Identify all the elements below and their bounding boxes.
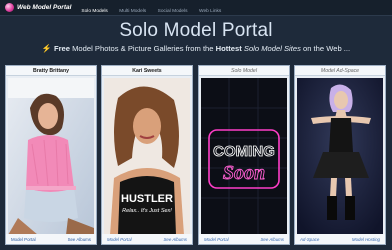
- see-albums-link[interactable]: See Albums: [68, 237, 91, 242]
- top-navbar: Web Model Portal Solo Models Multi Model…: [0, 0, 392, 16]
- nav-social-models[interactable]: Social Models: [158, 9, 188, 14]
- see-albums-link[interactable]: See Albums: [163, 237, 187, 242]
- brand-name[interactable]: Web Model Portal: [17, 4, 71, 11]
- card-footer: Model Portal See Albums: [199, 234, 289, 244]
- model-cards: Bratty Brittany Model Portal See Albums …: [5, 65, 387, 247]
- model-portal-link[interactable]: Model Portal: [107, 237, 132, 242]
- nav-web-links[interactable]: Web Links: [199, 9, 221, 14]
- card-title[interactable]: Bratty Brittany: [6, 66, 96, 76]
- card-footer: Ad-Space Model Hosting: [295, 234, 385, 244]
- model-portal-link[interactable]: Model Portal: [204, 237, 229, 242]
- coming-soon-image[interactable]: COMING Soon: [201, 78, 287, 235]
- model-card-kari-sweets: Kari Sweets HUSTLER Relax.. It's Just Se…: [101, 65, 193, 245]
- model-portal-link[interactable]: Model Portal: [11, 237, 36, 242]
- main-nav: Solo Models Multi Models Social Models W…: [81, 0, 228, 17]
- ad-space-link[interactable]: Ad-Space: [300, 237, 319, 242]
- card-title[interactable]: Solo Model: [199, 66, 289, 76]
- see-albums-link[interactable]: See Albums: [260, 237, 284, 242]
- tagline-free: Free: [53, 44, 70, 53]
- page-title: Solo Model Portal: [119, 20, 273, 41]
- site-logo-icon[interactable]: [5, 3, 14, 12]
- nav-solo-models[interactable]: Solo Models: [81, 9, 107, 14]
- card-footer: Model Portal See Albums: [102, 234, 192, 244]
- lightning-bolt-icon: ⚡: [41, 44, 52, 53]
- model-card-coming-soon: Solo Model COMING Soon Model Portal See …: [198, 65, 290, 245]
- svg-text:Soon: Soon: [223, 162, 265, 184]
- model-card-bratty-brittany: Bratty Brittany Model Portal See Albums: [5, 65, 97, 245]
- model-hosting-link[interactable]: Model Hosting: [352, 237, 380, 242]
- model-card-ad-space: Model Ad-Space Ad-Space Model Hosting: [294, 65, 386, 245]
- card-title[interactable]: Kari Sweets: [102, 66, 192, 76]
- model-photo[interactable]: [8, 78, 94, 235]
- tagline-hottest: Hottest: [215, 44, 242, 53]
- tagline-text-1: Model Photos & Picture Galleries from th…: [70, 44, 216, 53]
- ad-space-image[interactable]: [297, 78, 383, 235]
- page-tagline: ⚡ Free Model Photos & Picture Galleries …: [0, 44, 392, 53]
- svg-text:COMING: COMING: [213, 143, 275, 160]
- tagline-text-2: on the Web ...: [300, 44, 351, 53]
- nav-multi-models[interactable]: Multi Models: [119, 9, 146, 14]
- card-footer: Model Portal See Albums: [6, 234, 96, 244]
- svg-text:Relax.. It's Just Sex!: Relax.. It's Just Sex!: [122, 208, 172, 214]
- model-photo[interactable]: HUSTLER Relax.. It's Just Sex!: [104, 78, 190, 235]
- svg-text:HUSTLER: HUSTLER: [121, 193, 173, 205]
- tagline-solo-sites: Solo Model Sites: [243, 44, 301, 53]
- card-title[interactable]: Model Ad-Space: [295, 66, 385, 76]
